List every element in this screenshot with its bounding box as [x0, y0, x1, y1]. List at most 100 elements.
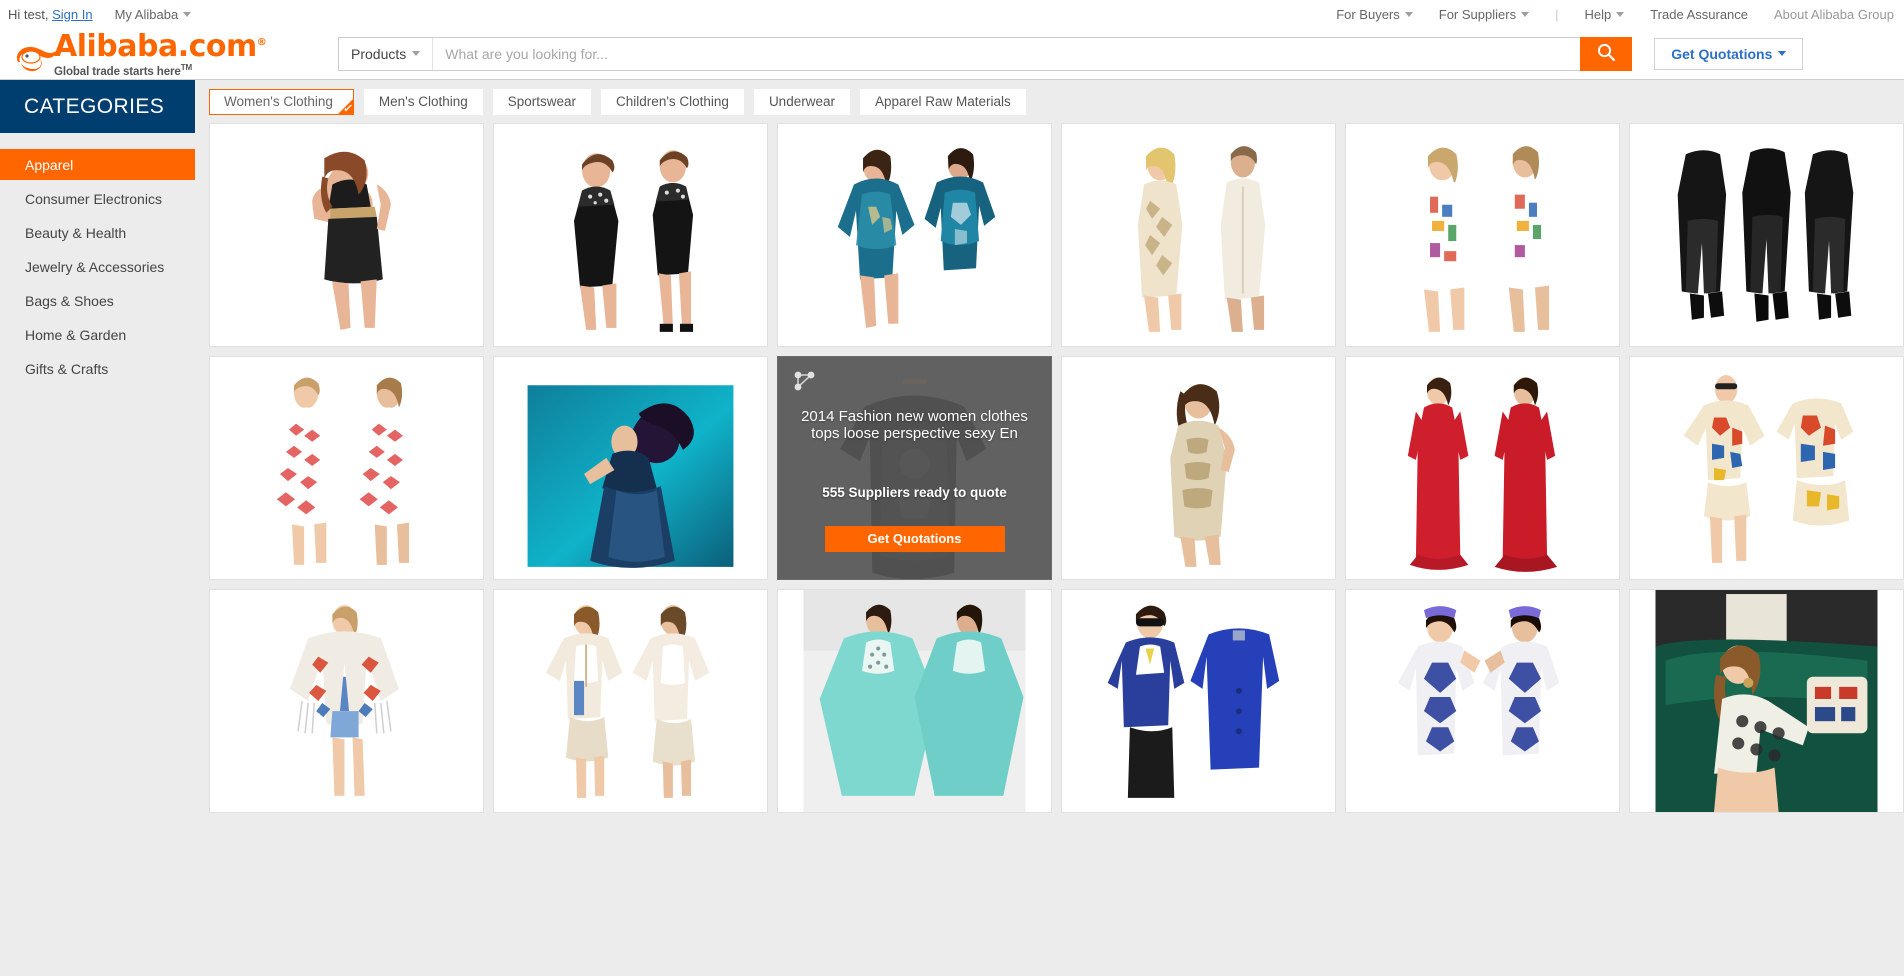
sidebar-item-label: Bags & Shoes [25, 292, 114, 309]
registered-icon: ® [256, 36, 267, 48]
tab-label: Women's Clothing [224, 94, 333, 109]
logo-name: Alibaba [54, 28, 178, 64]
greeting-text: Hi test, [8, 6, 49, 22]
subcategory-tabs: Women's Clothing ✓ Men's Clothing Sports… [195, 80, 1904, 123]
tab-womens-clothing[interactable]: Women's Clothing ✓ [209, 88, 354, 115]
product-image [1371, 357, 1594, 579]
overlay-content: 2014 Fashion new women clothes tops loos… [778, 357, 1051, 579]
product-image [1655, 124, 1878, 346]
top-utility-bar: Hi test, Sign In My Alibaba For Buyers F… [0, 0, 1904, 28]
product-card[interactable] [209, 123, 484, 347]
chevron-down-icon [1404, 11, 1413, 17]
product-card[interactable] [1061, 356, 1336, 580]
tab-label: Apparel Raw Materials [874, 94, 1011, 109]
product-card[interactable] [777, 589, 1052, 813]
product-card[interactable] [209, 356, 484, 580]
product-card[interactable] [1629, 356, 1904, 580]
product-image [519, 124, 742, 346]
search-input[interactable] [432, 36, 1581, 71]
product-card[interactable] [493, 589, 768, 813]
nav-for-suppliers[interactable]: For Suppliers [1438, 6, 1530, 22]
logo-text: Alibaba.com® Global trade starts hereTM [54, 28, 267, 80]
product-image [1371, 124, 1594, 346]
tab-mens-clothing[interactable]: Men's Clothing [363, 88, 483, 115]
sidebar-item-label: Jewelry & Accessories [25, 258, 165, 275]
product-image [1655, 590, 1878, 812]
tab-apparel-raw-materials[interactable]: Apparel Raw Materials [859, 88, 1026, 115]
product-card[interactable] [209, 589, 484, 813]
search-category-label: Products [351, 45, 407, 62]
product-image [1087, 590, 1310, 812]
tab-label: Underwear [768, 94, 835, 109]
nav-for-suppliers-label: For Suppliers [1438, 6, 1517, 22]
tab-label: Men's Clothing [378, 94, 468, 109]
search-category-select[interactable]: Products [338, 36, 433, 71]
product-card[interactable] [493, 356, 768, 580]
logo-tagline: Global trade starts hereTM [54, 63, 266, 78]
tab-childrens-clothing[interactable]: Children's Clothing [601, 88, 744, 115]
nav-for-buyers[interactable]: For Buyers [1336, 7, 1413, 22]
sidebar: CATEGORIES Apparel Consumer Electronics … [0, 80, 195, 976]
product-card[interactable] [777, 123, 1052, 347]
tab-underwear[interactable]: Underwear [753, 88, 850, 115]
product-image [1655, 357, 1878, 579]
logo-tagline-text: Global trade starts here [54, 65, 181, 78]
product-card[interactable] [1345, 356, 1620, 580]
product-image [803, 590, 1026, 812]
share-network-icon[interactable] [792, 369, 818, 398]
product-card[interactable] [493, 123, 768, 347]
main-content: Women's Clothing ✓ Men's Clothing Sports… [195, 80, 1904, 976]
nav-for-buyers-label: For Buyers [1336, 6, 1400, 22]
sidebar-item-bags-shoes[interactable]: Bags & Shoes [0, 285, 195, 316]
product-image [519, 590, 742, 812]
nav-trade-assurance[interactable]: Trade Assurance [1650, 7, 1748, 22]
site-logo[interactable]: Alibaba.com® Global trade starts hereTM [0, 28, 330, 80]
sidebar-title: CATEGORIES [0, 80, 195, 133]
chevron-down-icon [1778, 51, 1787, 56]
tab-label: Sportswear [507, 94, 577, 109]
sign-in-link[interactable]: Sign In [52, 7, 92, 22]
product-image [1087, 124, 1310, 346]
chevron-down-icon [1616, 11, 1625, 17]
chevron-down-icon [412, 51, 421, 56]
product-image [519, 357, 742, 579]
topbar-left-group: Hi test, Sign In My Alibaba [8, 6, 192, 22]
overlay-get-quotations-button[interactable]: Get Quotations [824, 525, 1005, 552]
site-header: Alibaba.com® Global trade starts hereTM … [0, 28, 1904, 80]
nav-about-alibaba-group[interactable]: About Alibaba Group [1774, 7, 1894, 22]
sidebar-item-beauty-health[interactable]: Beauty & Health [0, 217, 195, 248]
product-card-highlighted[interactable]: 2014 Fashion new women clothes tops loos… [777, 356, 1052, 580]
check-icon: ✓ [342, 102, 352, 115]
get-quotations-header-button[interactable]: Get Quotations [1654, 37, 1804, 70]
nav-help[interactable]: Help [1584, 6, 1625, 22]
product-card[interactable] [1629, 123, 1904, 347]
logo-wordmark: Alibaba.com® [54, 28, 267, 64]
chevron-down-icon [1521, 11, 1530, 17]
my-alibaba-menu[interactable]: My Alibaba [115, 7, 192, 22]
page-body: CATEGORIES Apparel Consumer Electronics … [0, 80, 1904, 976]
trademark-icon: TM [180, 62, 193, 72]
topbar-right-group: For Buyers For Suppliers | Help Trade As… [1336, 7, 1894, 22]
product-image [1371, 590, 1594, 812]
sidebar-item-gifts-crafts[interactable]: Gifts & Crafts [0, 353, 195, 384]
sidebar-item-jewelry-accessories[interactable]: Jewelry & Accessories [0, 251, 195, 282]
product-card[interactable] [1629, 589, 1904, 813]
search-button[interactable] [1580, 36, 1633, 71]
product-card[interactable] [1345, 123, 1620, 347]
sidebar-item-apparel[interactable]: Apparel [0, 149, 195, 180]
product-card[interactable] [1061, 123, 1336, 347]
sidebar-item-consumer-electronics[interactable]: Consumer Electronics [0, 183, 195, 214]
product-card[interactable] [1345, 589, 1620, 813]
tab-sportswear[interactable]: Sportswear [492, 88, 592, 115]
overlay-suppliers-count: 555 Suppliers ready to quote [822, 484, 1007, 500]
product-card[interactable] [1061, 589, 1336, 813]
product-image [803, 124, 1026, 346]
nav-help-label: Help [1584, 6, 1612, 22]
search-icon [1596, 42, 1616, 65]
get-quotations-header-label: Get Quotations [1671, 45, 1773, 62]
alibaba-logo-icon [12, 40, 60, 80]
product-image [235, 124, 458, 346]
sidebar-item-label: Gifts & Crafts [25, 360, 109, 377]
sidebar-item-label: Apparel [25, 156, 74, 173]
sidebar-item-home-garden[interactable]: Home & Garden [0, 319, 195, 350]
